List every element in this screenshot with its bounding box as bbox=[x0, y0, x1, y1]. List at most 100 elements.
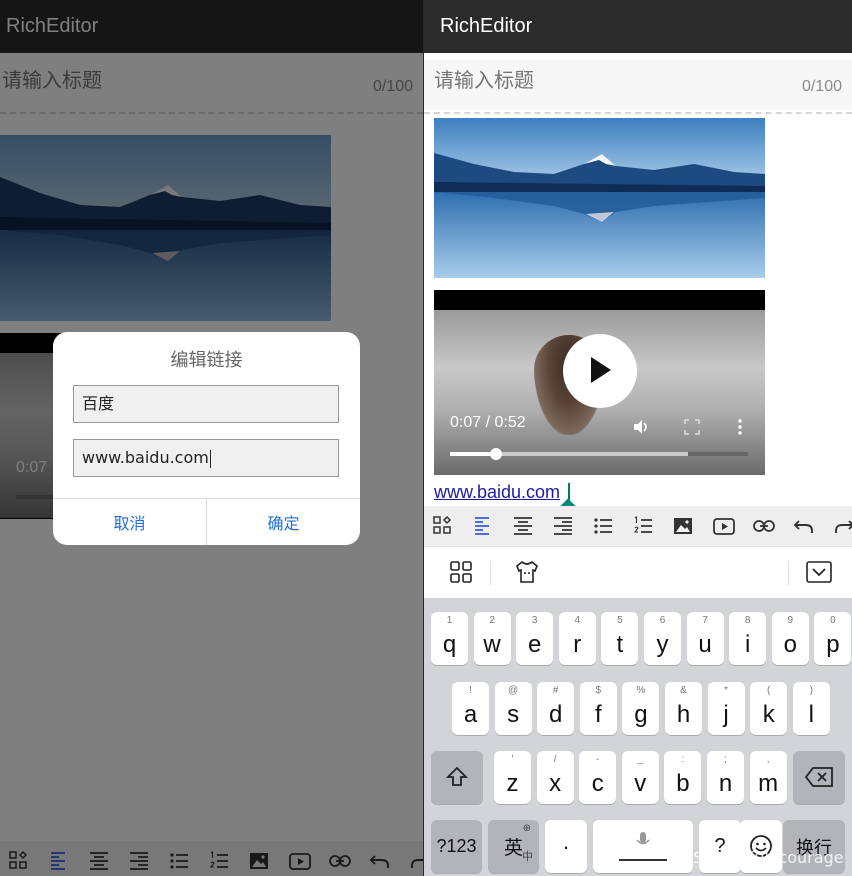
key-hint: % bbox=[636, 685, 646, 696]
key-f[interactable]: $ f bbox=[579, 682, 617, 735]
toolbar-align-center-button[interactable] bbox=[504, 506, 544, 546]
edit-link-dialog: 编辑链接 百度 www.baidu.com 取消 确定 bbox=[53, 332, 360, 545]
toolbar-image-button[interactable] bbox=[664, 506, 704, 546]
key-x[interactable]: / x bbox=[536, 751, 574, 804]
key-letter: h bbox=[676, 701, 691, 728]
more-options-icon[interactable] bbox=[731, 418, 749, 436]
video-player[interactable]: 0:07 / 0:52 bbox=[434, 290, 765, 475]
key-letter: d bbox=[549, 701, 563, 728]
space-key[interactable] bbox=[593, 820, 693, 873]
key-l[interactable]: ) l bbox=[792, 682, 830, 735]
key-a[interactable]: ! a bbox=[452, 682, 489, 735]
key-y[interactable]: 6y bbox=[644, 612, 681, 665]
key-t[interactable]: 5t bbox=[601, 612, 639, 665]
toolbar-align-left-button[interactable] bbox=[464, 506, 504, 546]
key-letter: c bbox=[591, 770, 604, 797]
key-hint: 6 bbox=[659, 615, 666, 626]
keyboard-apps-button[interactable] bbox=[448, 560, 474, 586]
shift-icon bbox=[446, 766, 468, 786]
keyboard-skin-button[interactable] bbox=[514, 560, 540, 586]
backspace-icon bbox=[805, 767, 833, 787]
key-hint: * bbox=[724, 685, 729, 696]
title-counter: 0/100 bbox=[801, 78, 842, 95]
link-url-field[interactable]: www.baidu.com bbox=[73, 439, 339, 477]
key-letter: v bbox=[634, 770, 647, 797]
key-c[interactable]: -c bbox=[579, 751, 617, 804]
play-button[interactable] bbox=[563, 334, 637, 408]
align-right-icon bbox=[554, 517, 572, 535]
shift-key[interactable] bbox=[431, 751, 483, 804]
toolbar-link-button[interactable] bbox=[744, 506, 784, 546]
key-j[interactable]: * j bbox=[707, 682, 745, 735]
backspace-key[interactable] bbox=[793, 751, 845, 804]
toolbar-undo-button[interactable] bbox=[784, 506, 824, 546]
key-r[interactable]: 4r bbox=[558, 612, 596, 665]
confirm-button[interactable]: 确定 bbox=[206, 499, 360, 545]
toolbar-numbered-list-button[interactable] bbox=[624, 506, 664, 546]
landscape-image[interactable] bbox=[434, 118, 765, 278]
fullscreen-icon[interactable] bbox=[683, 418, 701, 436]
key-z[interactable]: ' z bbox=[494, 751, 531, 804]
dialog-title: 编辑链接 bbox=[170, 350, 243, 371]
toolbar-redo-button[interactable] bbox=[824, 506, 852, 546]
video-icon bbox=[713, 518, 735, 535]
key-i[interactable]: 8i bbox=[729, 612, 767, 665]
key-b[interactable]: :b bbox=[664, 751, 702, 804]
key-q[interactable]: 1q bbox=[431, 612, 468, 665]
key-letter: n bbox=[718, 770, 733, 797]
image-icon bbox=[674, 518, 692, 534]
hide-keyboard-button[interactable] bbox=[806, 560, 832, 586]
language-key[interactable]: 英 中 ⊕ bbox=[488, 820, 539, 873]
keyboard-collapse-icon bbox=[806, 560, 832, 583]
key-letter: z bbox=[506, 770, 519, 797]
numbered-list-icon bbox=[633, 516, 652, 533]
shirt-icon bbox=[516, 560, 538, 583]
format-toolbar bbox=[424, 506, 852, 546]
key-w[interactable]: 2w bbox=[473, 612, 511, 665]
key-letter: w bbox=[483, 631, 501, 658]
video-time: 0:07 / 0:52 bbox=[450, 414, 526, 431]
key-letter: t bbox=[616, 631, 624, 658]
key-d[interactable]: # d bbox=[537, 682, 575, 735]
key-o[interactable]: 9o bbox=[771, 612, 809, 665]
key-hint: 7 bbox=[702, 615, 708, 626]
dot-key[interactable]: · bbox=[545, 820, 587, 873]
key-p[interactable]: 0p bbox=[814, 612, 852, 665]
play-icon bbox=[591, 357, 611, 383]
text-cursor bbox=[209, 449, 211, 468]
volume-icon[interactable] bbox=[632, 418, 650, 436]
key-hint: # bbox=[552, 685, 559, 696]
key-letter: q bbox=[442, 631, 457, 658]
cancel-button[interactable]: 取消 bbox=[53, 499, 206, 545]
symbols-key[interactable]: ?123 bbox=[431, 820, 482, 873]
key-m[interactable]: ,m bbox=[749, 751, 787, 804]
space-bar-mark bbox=[619, 859, 667, 861]
key-hint: ) bbox=[809, 685, 813, 696]
key-n[interactable]: ; n bbox=[707, 751, 744, 804]
key-letter: f bbox=[594, 701, 602, 728]
video-seek-bar[interactable] bbox=[450, 448, 748, 460]
key-letter: o bbox=[783, 631, 797, 658]
key-hint: / bbox=[553, 754, 557, 765]
key-hint: ; bbox=[724, 754, 727, 765]
toolbar-video-button[interactable] bbox=[704, 506, 744, 546]
inserted-link[interactable]: www.baidu.com bbox=[434, 482, 560, 503]
key-s[interactable]: @ s bbox=[494, 682, 532, 735]
key-k[interactable]: (k bbox=[750, 682, 788, 735]
key-e[interactable]: 3e bbox=[516, 612, 554, 665]
toolbar-bullet-list-button[interactable] bbox=[584, 506, 624, 546]
title-input[interactable] bbox=[434, 68, 754, 92]
key-letter: g bbox=[634, 701, 648, 728]
key-u[interactable]: 7u bbox=[686, 612, 724, 665]
key-v[interactable]: _ v bbox=[621, 751, 659, 804]
dialog-actions: 取消 确定 bbox=[53, 498, 360, 545]
keyboard-toolbar bbox=[424, 546, 852, 598]
toolbar-align-right-button[interactable] bbox=[544, 506, 584, 546]
link-name-field[interactable]: 百度 bbox=[73, 385, 339, 423]
key-g[interactable]: % g bbox=[622, 682, 660, 735]
key-hint: _ bbox=[637, 754, 644, 765]
app-bar: RichEditor bbox=[424, 0, 852, 53]
key-hint: 3 bbox=[531, 615, 538, 626]
key-h[interactable]: & h bbox=[665, 682, 702, 735]
toolbar-grid-button[interactable] bbox=[424, 506, 464, 546]
